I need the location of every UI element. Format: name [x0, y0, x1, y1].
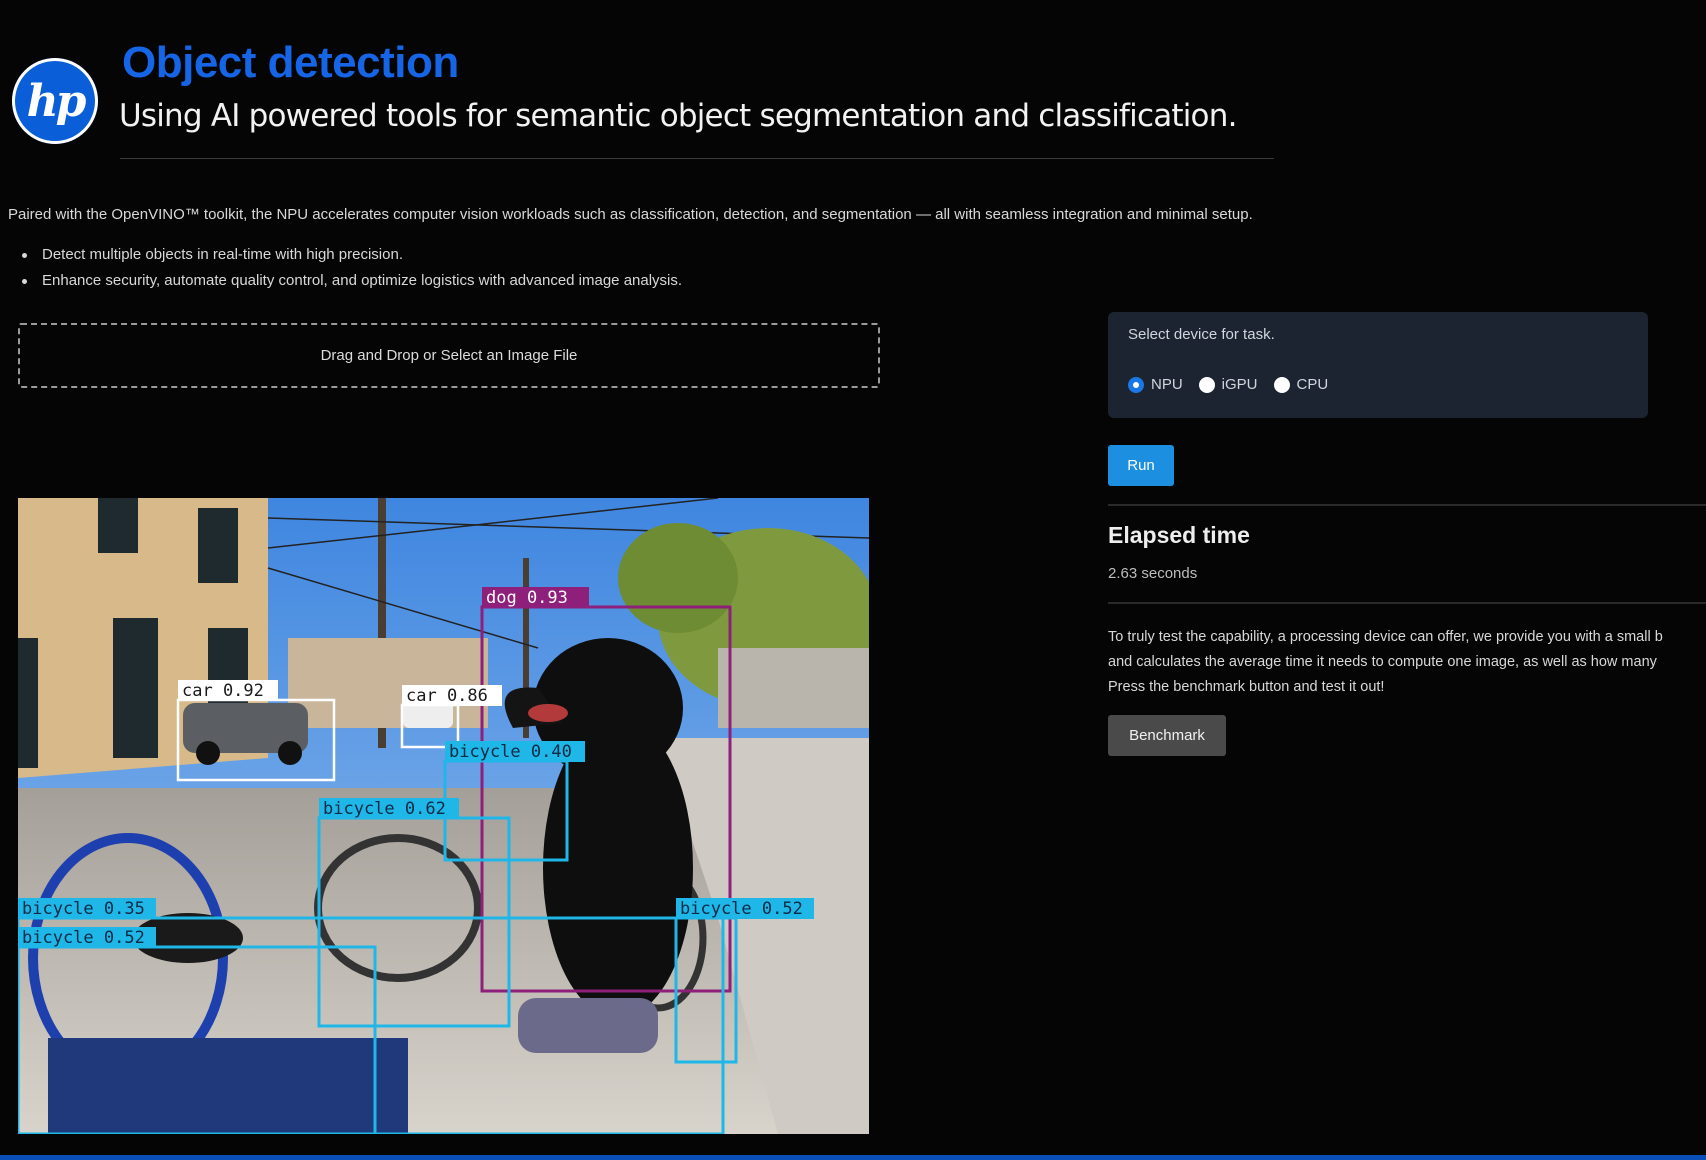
benchmark-line: Press the benchmark button and test it o… [1108, 679, 1385, 695]
detection-result-image: dog 0.93 car 0.92 car 0.86 bicycle 0.40 [18, 498, 869, 1134]
feature-item: Enhance security, automate quality contr… [22, 272, 682, 298]
detection-label: car 0.92 [182, 681, 264, 701]
building-window [113, 618, 158, 758]
feature-list: Detect multiple objects in real-time wit… [22, 246, 682, 298]
device-select-panel: Select device for task. NPU iGPU CPU [1108, 312, 1648, 418]
bicycle-base [48, 1038, 408, 1134]
wheel [278, 741, 302, 765]
header-divider [120, 158, 1274, 159]
section-divider [1108, 504, 1706, 506]
tree [618, 523, 738, 633]
radio-indicator[interactable] [1198, 376, 1215, 393]
elapsed-time-value: 2.63 seconds [1108, 565, 1198, 582]
bike-basket [518, 998, 658, 1053]
detection-label: bicycle 0.52 [22, 928, 145, 948]
radio-npu[interactable]: NPU [1128, 376, 1183, 393]
detection-label: dog 0.93 [486, 588, 568, 608]
page: hp Object detection Using AI powered too… [0, 0, 1706, 1160]
bottom-accent-bar [0, 1155, 1706, 1160]
hp-logo: hp [12, 58, 98, 144]
image-dropzone[interactable]: Drag and Drop or Select an Image File [18, 323, 880, 388]
building-window [18, 638, 38, 768]
logo-text: hp [26, 75, 87, 127]
wall [718, 648, 869, 728]
page-title: Object detection [122, 38, 459, 87]
dog-tongue [528, 704, 568, 722]
building-window [198, 508, 238, 583]
intro-text: Paired with the OpenVINO™ toolkit, the N… [8, 206, 1253, 223]
benchmark-button[interactable]: Benchmark [1108, 715, 1226, 756]
radio-label: iGPU [1221, 376, 1258, 393]
radio-igpu[interactable]: iGPU [1198, 376, 1258, 393]
section-divider [1108, 602, 1706, 604]
benchmark-line: and calculates the average time it needs… [1108, 654, 1657, 670]
elapsed-time-heading: Elapsed time [1108, 522, 1250, 548]
benchmark-line: To truly test the capability, a processi… [1108, 629, 1663, 645]
detection-label: car 0.86 [406, 686, 488, 706]
detection-label: bicycle 0.35 [22, 899, 145, 919]
detection-label: bicycle 0.52 [680, 899, 803, 919]
detection-canvas: dog 0.93 car 0.92 car 0.86 bicycle 0.40 [18, 498, 869, 1134]
radio-label: CPU [1296, 376, 1329, 393]
feature-item: Detect multiple objects in real-time wit… [22, 246, 682, 272]
detection-label: bicycle 0.40 [449, 742, 572, 762]
page-subtitle: Using AI powered tools for semantic obje… [119, 98, 1237, 134]
building-window [98, 498, 138, 553]
device-radio-group: NPU iGPU CPU [1128, 376, 1344, 393]
radio-indicator[interactable] [1128, 376, 1144, 393]
run-button[interactable]: Run [1108, 445, 1174, 486]
radio-cpu[interactable]: CPU [1273, 376, 1329, 393]
benchmark-description: To truly test the capability, a processi… [1108, 625, 1706, 700]
device-select-label: Select device for task. [1128, 326, 1275, 343]
wheel [196, 741, 220, 765]
detection-label: bicycle 0.62 [323, 799, 446, 819]
radio-label: NPU [1151, 376, 1183, 393]
radio-indicator[interactable] [1273, 376, 1290, 393]
